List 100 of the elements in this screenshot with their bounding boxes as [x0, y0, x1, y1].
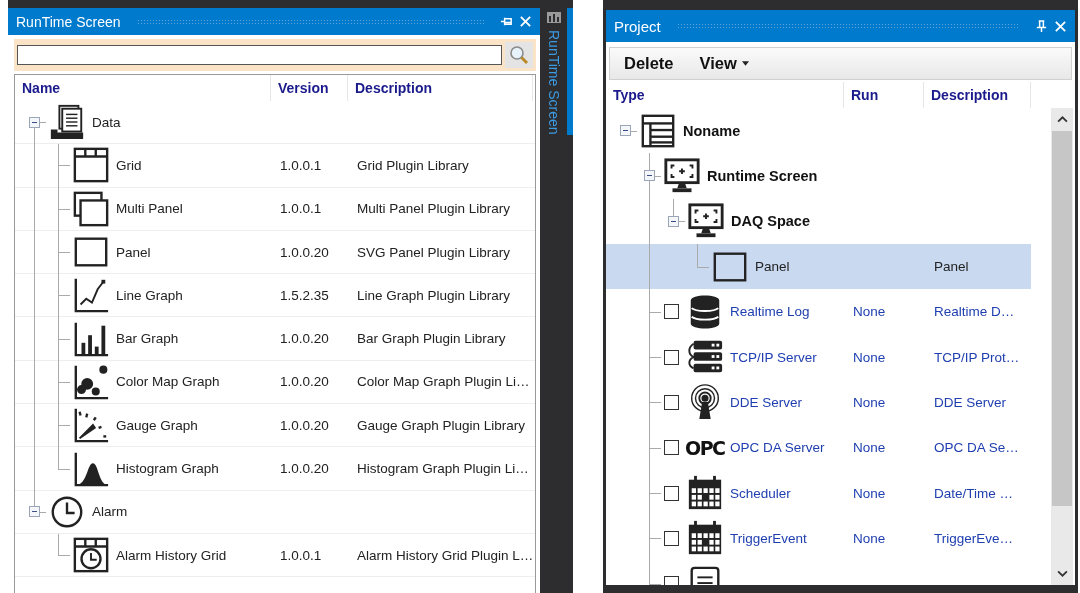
- close-icon[interactable]: [519, 15, 532, 28]
- view-dropdown[interactable]: View: [693, 52, 755, 75]
- grid-icon: [72, 146, 110, 185]
- search-field[interactable]: [17, 45, 502, 65]
- run-text: None: [853, 394, 886, 410]
- tree-toggle[interactable]: [644, 170, 655, 182]
- description-text: Bar Graph Plugin Library: [357, 331, 506, 347]
- description-text: Histogram Graph Plugin Li…: [357, 461, 529, 476]
- version-text: 1.0.0.20: [280, 331, 329, 347]
- column-header[interactable]: Description: [348, 75, 533, 101]
- tree-toggle[interactable]: [620, 125, 631, 137]
- version-text: 1.0.0.20: [280, 461, 329, 476]
- version-text: 1.0.0.20: [280, 417, 329, 433]
- monitor-icon: [663, 156, 701, 195]
- item-name: Alarm History Grid: [116, 547, 227, 563]
- description-text: Date/Time …: [934, 485, 1014, 501]
- item-name: Gauge Graph: [116, 417, 198, 433]
- item-name: Alarm: [92, 504, 128, 520]
- tree-row[interactable]: Realtime Log None Realtime D…: [606, 289, 1031, 335]
- column-header[interactable]: Name: [15, 75, 271, 101]
- tree-toggle[interactable]: [668, 215, 679, 227]
- item-name: Bar Graph: [116, 331, 179, 347]
- version-text: 1.0.0.20: [280, 374, 329, 390]
- scroll-up-icon[interactable]: [1056, 116, 1068, 123]
- checkbox[interactable]: [664, 304, 679, 320]
- stacked-panels-icon: [72, 189, 110, 228]
- calendar-icon: [686, 474, 724, 512]
- item-name: Panel: [116, 244, 151, 260]
- checkbox[interactable]: [664, 530, 679, 546]
- run-text: None: [853, 304, 886, 320]
- tree-toggle[interactable]: [29, 116, 40, 128]
- search-button[interactable]: [505, 42, 533, 68]
- line-chart-icon: [72, 276, 110, 315]
- column-header[interactable]: Run: [844, 82, 924, 108]
- tree-row[interactable]: TriggerEvent None TriggerEve…: [606, 515, 1031, 561]
- item-name: DDE Server: [730, 394, 802, 410]
- item-name: Color Map Graph: [116, 374, 220, 390]
- column-header[interactable]: Type: [606, 82, 844, 108]
- item-name: TriggerEvent: [730, 530, 807, 546]
- tree-toggle[interactable]: [29, 506, 40, 518]
- scrollbar[interactable]: [1051, 108, 1073, 585]
- tree-row[interactable]: Noname: [606, 108, 1031, 154]
- tree-row[interactable]: Scheduler None Date/Time …: [606, 470, 1031, 516]
- item-name: Noname: [683, 122, 741, 139]
- description-text: Color Map Graph Plugin Li…: [357, 374, 530, 390]
- checkbox[interactable]: [664, 485, 679, 501]
- pin-icon[interactable]: [500, 15, 513, 28]
- tree-row[interactable]: DDE Server None DDE Server: [606, 379, 1031, 426]
- description-text: Grid Plugin Library: [357, 157, 469, 173]
- item-name: TCP/IP Server: [730, 349, 817, 365]
- description-text: OPC DA Se…: [934, 440, 1019, 456]
- description-text: Panel: [934, 259, 969, 275]
- version-text: 1.0.0.1: [280, 547, 322, 563]
- checkbox[interactable]: [664, 349, 679, 365]
- version-text: 1.5.2.35: [280, 287, 329, 303]
- tree-row[interactable]: DAQ Space: [606, 198, 1031, 244]
- column-header[interactable]: Description: [924, 82, 1031, 108]
- run-text: None: [853, 349, 886, 365]
- item-name: Histogram Graph: [116, 461, 219, 476]
- description-text: SVG Panel Plugin Library: [357, 244, 511, 260]
- description-text: TCP/IP Prot…: [934, 349, 1020, 365]
- item-name: OPC DA Server: [730, 440, 825, 456]
- tree-row[interactable]: Panel Panel: [606, 243, 1031, 290]
- tree-row[interactable]: OPC OPC DA Server None OPC DA Se…: [606, 425, 1031, 471]
- description-text: DDE Server: [934, 394, 1006, 410]
- item-name: DAQ Space: [731, 213, 810, 230]
- grid-clock-icon: [72, 536, 110, 575]
- delete-button[interactable]: Delete: [618, 52, 680, 75]
- run-text: None: [853, 485, 886, 501]
- item-name: Realtime Log: [730, 304, 810, 320]
- side-tab[interactable]: RunTime Screen: [546, 30, 562, 139]
- description-text: Alarm History Grid Plugin L…: [357, 547, 534, 563]
- item-name: Data: [92, 114, 121, 130]
- tree-row[interactable]: Runtime Screen: [606, 153, 1031, 199]
- version-text: 1.0.0.20: [280, 244, 329, 260]
- description-text: TriggerEve…: [934, 530, 1014, 546]
- version-text: 1.0.0.1: [280, 157, 322, 173]
- run-text: None: [853, 440, 886, 456]
- opc-logo: OPC: [685, 436, 726, 459]
- item-name: Multi Panel: [116, 201, 183, 217]
- scroll-thumb[interactable]: [1052, 131, 1072, 506]
- item-name: Runtime Screen: [707, 167, 818, 184]
- panel-title: Project: [614, 17, 661, 35]
- column-header[interactable]: Version: [271, 75, 348, 101]
- scroll-down-icon[interactable]: [1056, 570, 1068, 577]
- close-icon[interactable]: [1054, 19, 1067, 33]
- tree-row[interactable]: TCP/IP Server None TCP/IP Prot…: [606, 334, 1031, 380]
- description-text: Gauge Graph Plugin Library: [357, 417, 526, 433]
- version-text: 1.0.0.1: [280, 201, 322, 217]
- run-text: None: [853, 530, 886, 546]
- checkbox[interactable]: [664, 394, 679, 410]
- item-name: Grid: [116, 157, 142, 173]
- panel-title: RunTime Screen: [16, 13, 121, 30]
- document-tray-icon: [48, 103, 86, 142]
- description-text: Line Graph Plugin Library: [357, 287, 511, 303]
- pin-icon[interactable]: [1035, 19, 1048, 33]
- item-name: Scheduler: [730, 485, 791, 501]
- description-text: Multi Panel Plugin Library: [357, 201, 511, 217]
- item-name: Panel: [755, 259, 790, 275]
- checkbox[interactable]: [664, 440, 679, 456]
